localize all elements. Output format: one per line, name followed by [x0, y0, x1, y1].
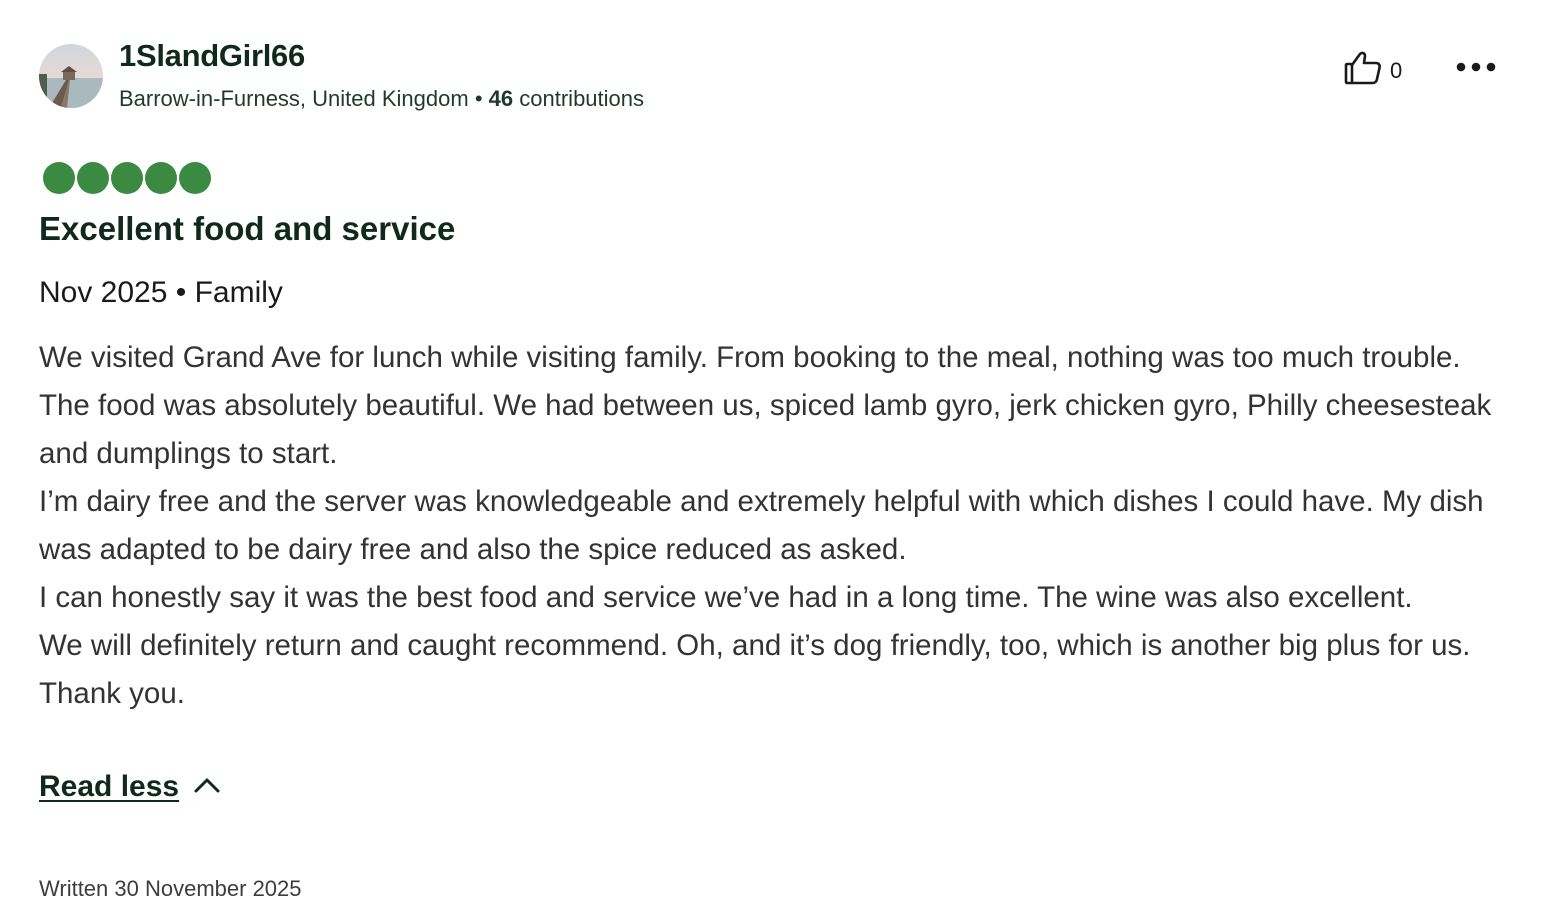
rating-bubbles: [43, 162, 211, 194]
avatar-image: [39, 44, 103, 108]
reviewer-meta: Barrow-in-Furness, United Kingdom • 46 c…: [119, 86, 644, 112]
read-less-button[interactable]: Read less: [39, 770, 221, 804]
chevron-up-icon: [193, 776, 221, 799]
reviewer-name[interactable]: 1SlandGirl66: [119, 38, 305, 74]
review-paragraph: We visited Grand Ave for lunch while vis…: [39, 341, 1492, 470]
thumbs-up-icon: [1344, 50, 1382, 91]
review-card: 1SlandGirl66 Barrow-in-Furness, United K…: [0, 0, 1542, 922]
rating-bubble-filled: [43, 162, 75, 194]
read-less-label: Read less: [39, 770, 180, 803]
visit-info: Nov 2025 • Family: [39, 276, 283, 309]
helpful-count: 0: [1390, 58, 1403, 83]
rating-bubble-filled: [111, 162, 143, 194]
written-date: Written 30 November 2025: [39, 876, 302, 901]
avatar[interactable]: [39, 44, 103, 108]
review-body: We visited Grand Ave for lunch while vis…: [39, 334, 1509, 718]
contributions-count: 46: [488, 86, 514, 111]
review-title: Excellent food and service: [39, 210, 456, 247]
review-paragraph: I can honestly say it was the best food …: [39, 581, 1413, 614]
helpful-vote-button[interactable]: 0: [1344, 50, 1402, 90]
meta-separator: •: [474, 86, 483, 111]
rating-bubble-filled: [77, 162, 109, 194]
rating-bubble-filled: [179, 162, 211, 194]
reviewer-location: Barrow-in-Furness, United Kingdom: [119, 86, 469, 111]
review-paragraph: I’m dairy free and the server was knowle…: [39, 485, 1484, 566]
contributions-label: contributions: [519, 86, 645, 111]
more-options-icon: [1456, 59, 1496, 77]
review-paragraph: We will definitely return and caught rec…: [39, 629, 1471, 710]
rating-bubble-filled: [145, 162, 177, 194]
more-options-button[interactable]: [1452, 52, 1500, 84]
